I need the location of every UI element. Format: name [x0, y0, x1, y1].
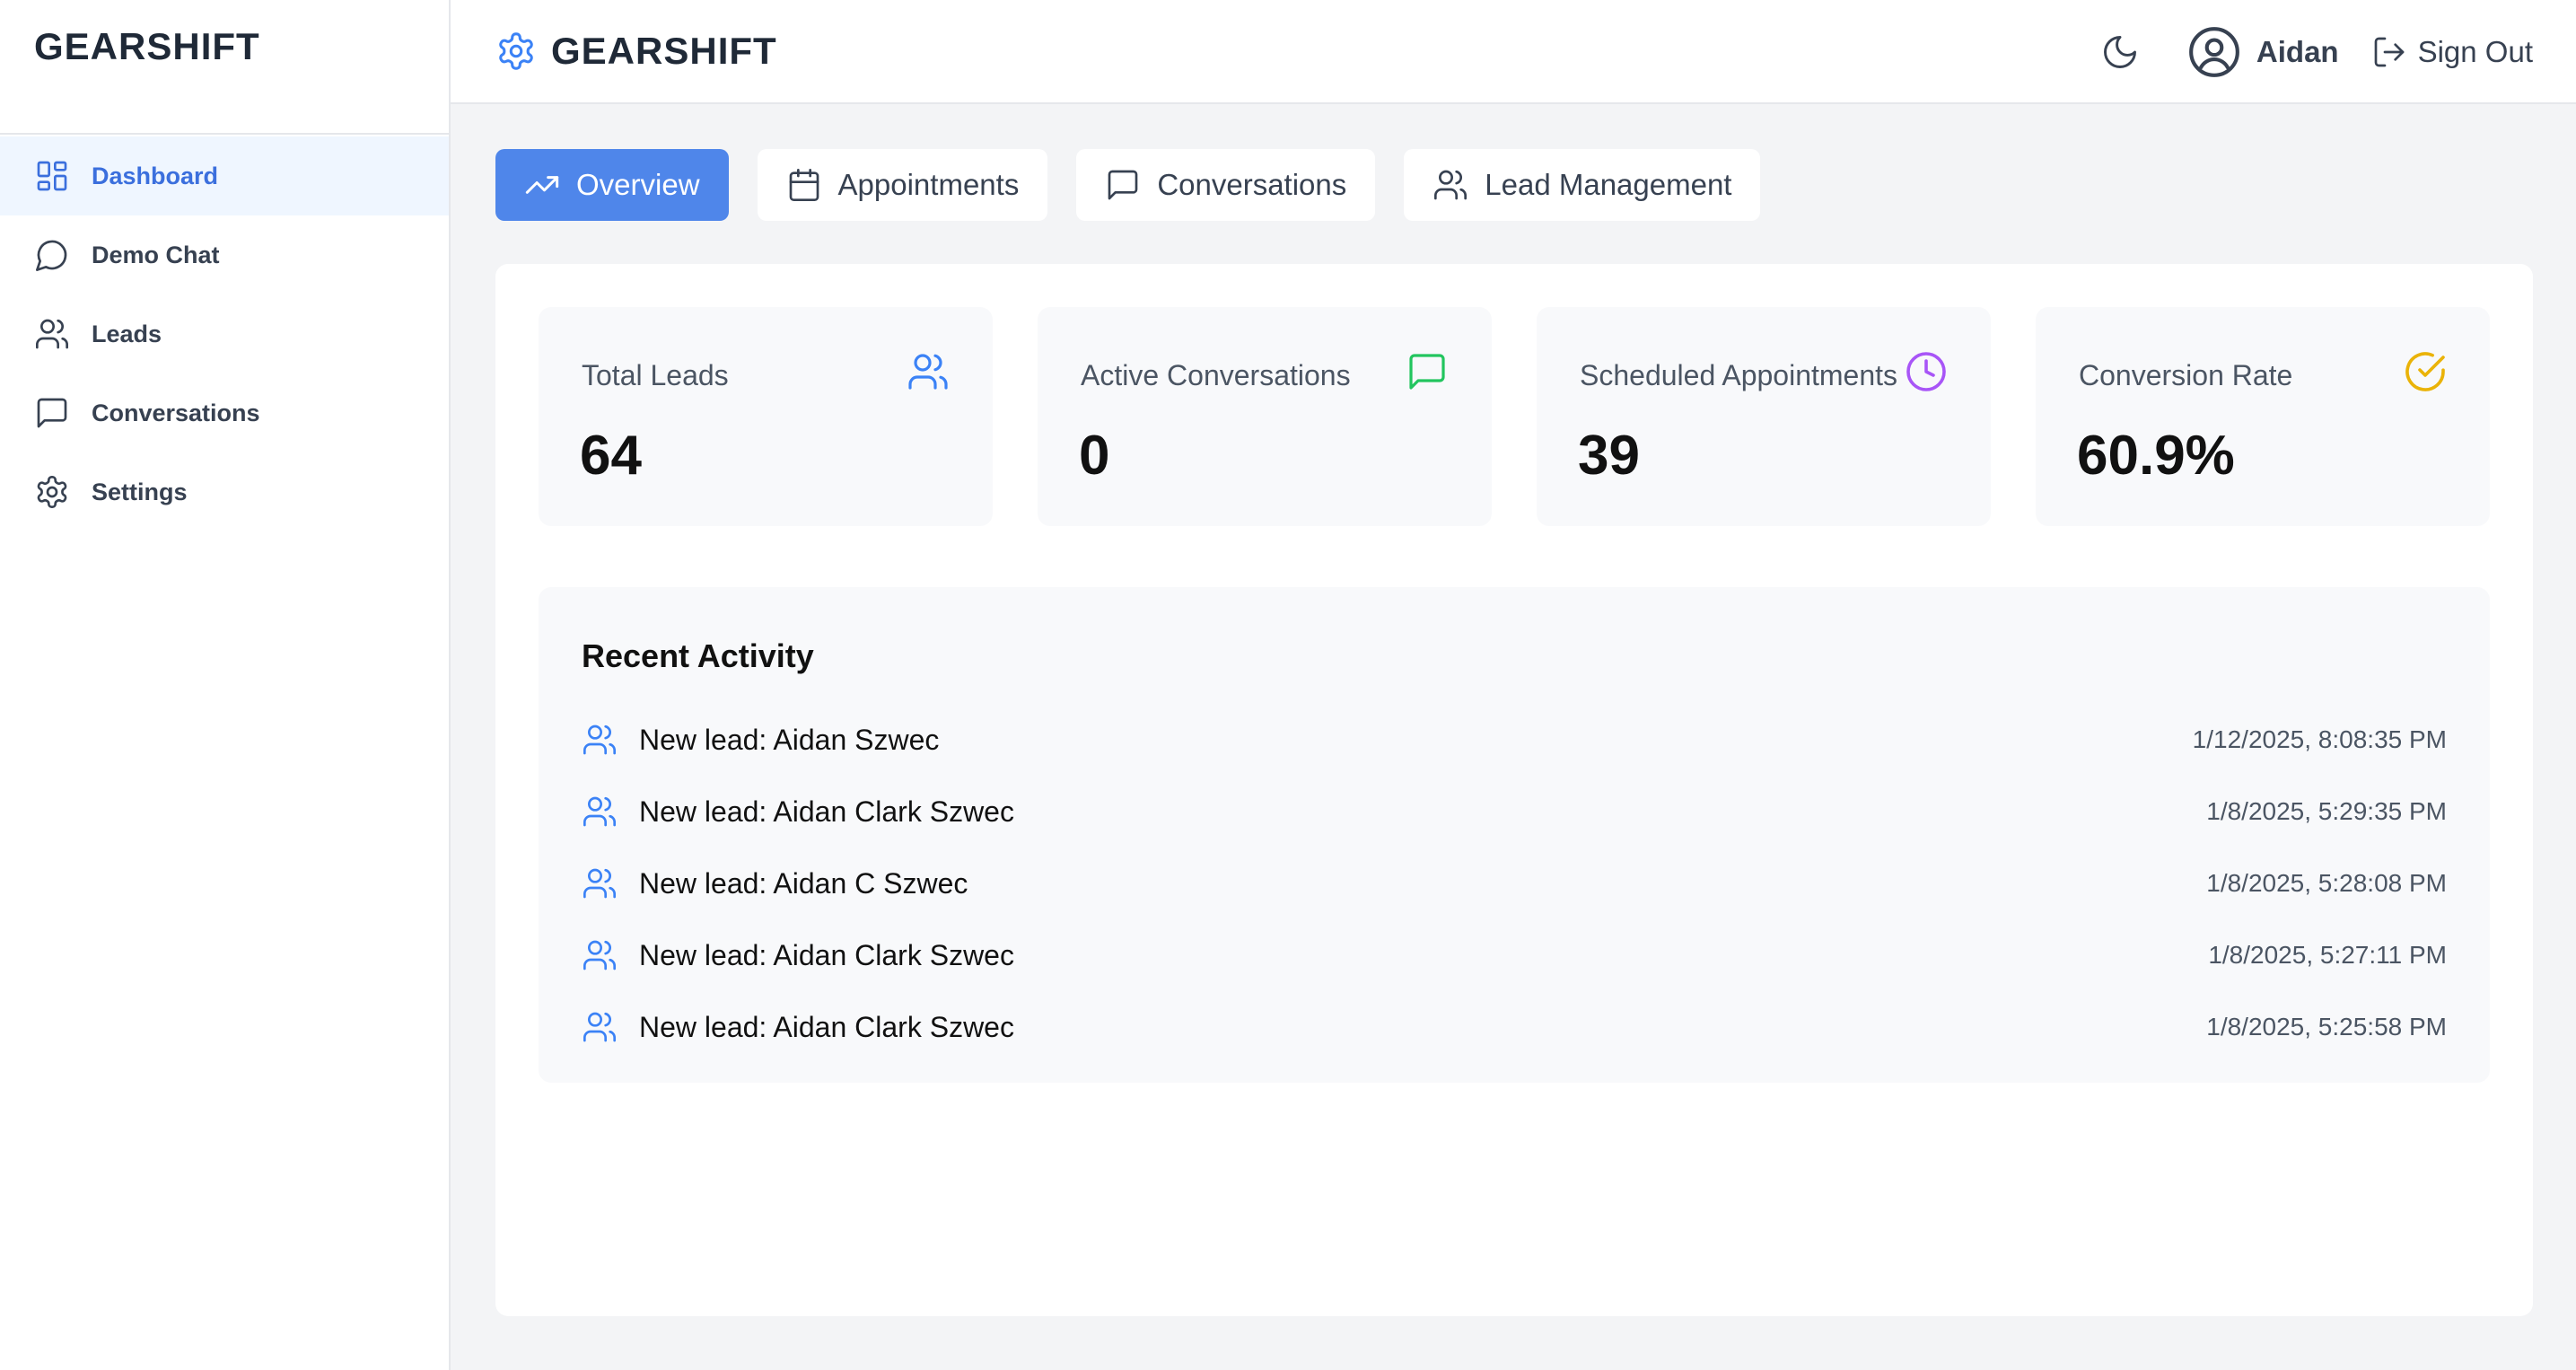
sidebar-item-label: Settings [92, 478, 188, 505]
stat-card-scheduled-appointments: Scheduled Appointments 39 [1537, 307, 1991, 526]
users-icon [582, 937, 618, 973]
users-icon [1433, 167, 1468, 203]
gear-icon [495, 31, 537, 72]
stat-card-active-conversations: Active Conversations 0 [1038, 307, 1492, 526]
gear-icon [34, 474, 70, 510]
tab-overview[interactable]: Overview [495, 149, 729, 221]
moon-icon[interactable] [2100, 32, 2140, 72]
activity-text: New lead: Aidan Szwec [639, 723, 940, 756]
activity-timestamp: 1/8/2025, 5:27:11 PM [2208, 941, 2447, 969]
stat-label: Scheduled Appointments [1580, 359, 1898, 391]
sidebar-item-label: Leads [92, 320, 162, 347]
stat-card-conversion-rate: Conversion Rate 60.9% [2036, 307, 2490, 526]
activity-timestamp: 1/8/2025, 5:29:35 PM [2206, 797, 2447, 825]
sidebar-brand: GEARSHIFT [0, 0, 449, 135]
stat-label: Conversion Rate [2079, 359, 2293, 391]
activity-item: New lead: Aidan Szwec 1/12/2025, 8:08:35… [582, 704, 2447, 776]
sidebar-item-conversations[interactable]: Conversations [0, 373, 449, 452]
overview-panel: Total Leads 64 Active Conversations 0 Sc… [495, 264, 2533, 1316]
activity-item: New lead: Aidan C Szwec 1/8/2025, 5:28:0… [582, 847, 2447, 919]
activity-list: New lead: Aidan Szwec 1/12/2025, 8:08:35… [582, 704, 2447, 1063]
activity-text: New lead: Aidan C Szwec [639, 866, 968, 900]
user-name: Aidan [2256, 35, 2339, 68]
users-icon [582, 865, 618, 901]
users-icon [582, 722, 618, 758]
tab-label: Appointments [837, 168, 1020, 201]
top-header: GEARSHIFT Aidan Sign Out [451, 0, 2576, 104]
activity-text: New lead: Aidan Clark Szwec [639, 938, 1014, 971]
tab-appointments[interactable]: Appointments [757, 149, 1048, 221]
activity-item: New lead: Aidan Clark Szwec 1/8/2025, 5:… [582, 776, 2447, 847]
stat-value: 60.9% [2077, 425, 2235, 487]
tab-lead-management[interactable]: Lead Management [1404, 149, 1761, 221]
stat-value: 64 [580, 425, 642, 487]
message-square-icon [1105, 167, 1141, 203]
trending-up-icon [524, 167, 560, 203]
activity-item: New lead: Aidan Clark Szwec 1/8/2025, 5:… [582, 919, 2447, 991]
sidebar: GEARSHIFT Dashboard Demo Chat Leads Conv… [0, 0, 451, 1370]
users-icon [582, 794, 618, 830]
dashboard-tabs: Overview Appointments Conversations Lead… [495, 149, 1789, 221]
dashboard-icon [34, 158, 70, 194]
sidebar-item-leads[interactable]: Leads [0, 294, 449, 373]
stat-value: 39 [1578, 425, 1640, 487]
stat-label: Total Leads [582, 359, 729, 391]
tab-label: Conversations [1157, 168, 1347, 201]
activity-timestamp: 1/8/2025, 5:25:58 PM [2206, 1013, 2447, 1041]
stat-value: 0 [1079, 425, 1110, 487]
sidebar-item-dashboard[interactable]: Dashboard [0, 136, 449, 215]
sidebar-item-label: Conversations [92, 399, 260, 426]
sign-out-label: Sign Out [2417, 35, 2533, 68]
message-square-icon [1406, 350, 1449, 393]
app-title: GEARSHIFT [551, 30, 777, 72]
sidebar-item-label: Demo Chat [92, 241, 220, 268]
tab-label: Lead Management [1485, 168, 1732, 201]
sidebar-item-settings[interactable]: Settings [0, 452, 449, 531]
stat-label: Active Conversations [1081, 359, 1351, 391]
message-square-icon [34, 395, 70, 431]
chat-bubble-icon [34, 237, 70, 273]
activity-text: New lead: Aidan Clark Szwec [639, 795, 1014, 828]
tab-conversations[interactable]: Conversations [1076, 149, 1376, 221]
avatar[interactable] [2186, 24, 2242, 80]
users-icon [907, 350, 950, 393]
activity-text: New lead: Aidan Clark Szwec [639, 1010, 1014, 1043]
clock-icon [1905, 350, 1948, 393]
activity-timestamp: 1/12/2025, 8:08:35 PM [2192, 725, 2447, 753]
header-actions: Aidan Sign Out [2100, 0, 2533, 104]
users-icon [34, 316, 70, 352]
sign-out-button[interactable]: Sign Out [2371, 34, 2533, 70]
users-icon [582, 1009, 618, 1045]
check-circle-icon [2404, 350, 2447, 393]
recent-activity-title: Recent Activity [582, 637, 814, 674]
sidebar-nav: Dashboard Demo Chat Leads Conversations … [0, 136, 449, 531]
stat-card-total-leads: Total Leads 64 [539, 307, 993, 526]
sidebar-item-label: Dashboard [92, 162, 219, 189]
tab-label: Overview [576, 168, 700, 201]
recent-activity-panel: Recent Activity New lead: Aidan Szwec 1/… [539, 587, 2490, 1083]
log-out-icon [2371, 34, 2407, 70]
activity-item: New lead: Aidan Clark Szwec 1/8/2025, 5:… [582, 991, 2447, 1063]
calendar-icon [786, 167, 822, 203]
activity-timestamp: 1/8/2025, 5:28:08 PM [2206, 869, 2447, 897]
sidebar-item-demo-chat[interactable]: Demo Chat [0, 215, 449, 294]
